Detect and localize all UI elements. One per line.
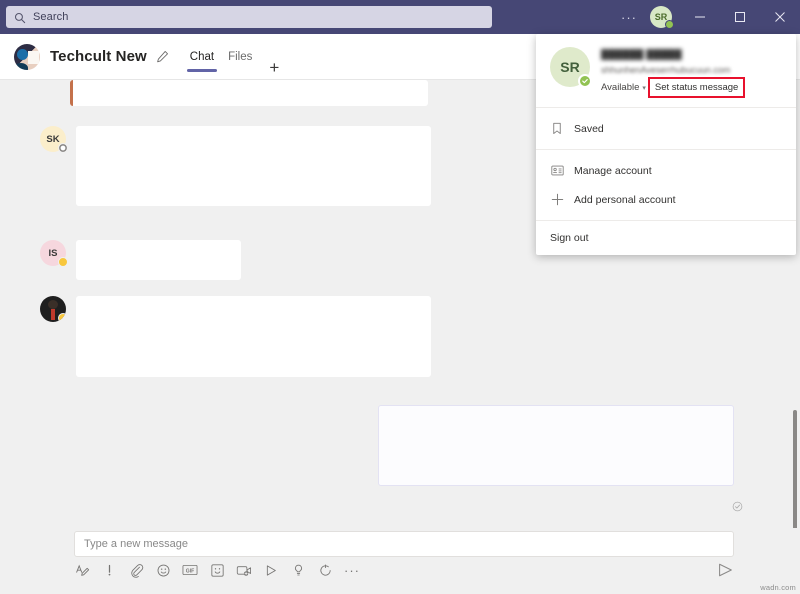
svg-text:GIF: GIF — [186, 569, 195, 575]
avatar-initials: SK — [46, 133, 60, 145]
minimize-button[interactable] — [680, 0, 720, 34]
avatar[interactable]: SK — [40, 126, 68, 153]
channel-avatar-body — [14, 62, 28, 70]
window-controls-group: ··· SR — [612, 0, 800, 34]
message-bubble[interactable] — [76, 126, 431, 206]
channel-tabs: Chat Files + — [183, 34, 279, 80]
importance-icon[interactable] — [101, 562, 117, 578]
channel-avatar — [14, 43, 40, 70]
more-options-icon[interactable]: ··· — [344, 562, 360, 578]
format-icon[interactable] — [74, 562, 90, 578]
presence-status-label[interactable]: Available — [601, 82, 639, 93]
send-button[interactable] — [716, 561, 734, 579]
maximize-button[interactable] — [720, 0, 760, 34]
meet-now-icon[interactable] — [236, 562, 252, 578]
search-input[interactable]: Search — [6, 6, 492, 28]
set-status-message-button[interactable]: Set status message — [647, 77, 746, 98]
search-icon — [14, 11, 26, 24]
account-group: Manage account Add personal account — [536, 150, 796, 220]
seen-check-icon — [732, 499, 743, 517]
status-row: Available ▾ Set status message — [601, 77, 782, 98]
avatar-photo-head — [48, 300, 58, 309]
avatar-initials: SR — [560, 59, 580, 75]
presence-available-indicator — [665, 20, 674, 29]
bookmark-icon — [550, 122, 564, 135]
tab-files[interactable]: Files — [221, 34, 259, 80]
message-bubble[interactable] — [76, 296, 431, 377]
outgoing-message-bubble[interactable] — [378, 405, 734, 486]
stream-icon[interactable] — [263, 562, 279, 578]
attach-icon[interactable] — [128, 562, 144, 578]
channel-avatar-face — [17, 48, 28, 60]
menu-item-add-personal-account-label: Add personal account — [574, 193, 676, 206]
avatar[interactable] — [40, 296, 66, 322]
message-input-placeholder: Type a new message — [84, 538, 188, 550]
presence-offline-indicator — [58, 143, 68, 153]
chevron-down-icon[interactable]: ▾ — [642, 84, 646, 92]
profile-name: ██████ █████ — [601, 49, 682, 60]
avatar[interactable]: SR — [550, 47, 592, 88]
message-bubble[interactable] — [76, 240, 241, 280]
presence-away-indicator — [58, 313, 66, 322]
profile-identity: ██████ █████ shhunhenAveserrhubucuun.com… — [601, 47, 782, 98]
avatar-photo-tie — [51, 309, 55, 320]
tab-chat[interactable]: Chat — [183, 34, 221, 80]
menu-item-saved-label: Saved — [574, 122, 604, 135]
teams-window: Search ··· SR Techcult New Chat Files + … — [0, 0, 800, 594]
close-button[interactable] — [760, 0, 800, 34]
message-row-urgent — [70, 80, 428, 106]
menu-item-add-personal-account[interactable]: Add personal account — [536, 185, 796, 214]
page-title: Techcult New — [50, 48, 147, 65]
saved-group: Saved — [536, 108, 796, 149]
message-input[interactable]: Type a new message — [74, 531, 734, 557]
compose-toolbar: GIF ··· — [74, 562, 360, 578]
plus-icon — [550, 193, 564, 206]
more-options-button[interactable]: ··· — [612, 0, 646, 34]
avatar[interactable]: IS — [40, 240, 68, 267]
add-tab-button[interactable]: + — [269, 58, 279, 80]
avatar[interactable]: SR — [650, 6, 674, 29]
title-bar: Search ··· SR — [0, 0, 800, 34]
compose-area: Type a new message GIF ··· wadn.com — [0, 528, 800, 594]
sticker-icon[interactable] — [209, 562, 225, 578]
search-placeholder: Search — [33, 11, 69, 23]
channel-avatar-paper — [28, 50, 39, 64]
avatar-initials: IS — [48, 247, 58, 259]
account-card-icon — [550, 165, 564, 176]
tab-files-label: Files — [228, 50, 253, 63]
message-row — [40, 296, 431, 377]
emoji-icon[interactable] — [155, 562, 171, 578]
menu-item-sign-out[interactable]: Sign out — [536, 221, 796, 255]
presence-away-indicator — [58, 257, 68, 267]
approvals-icon[interactable] — [317, 562, 333, 578]
menu-item-sign-out-label: Sign out — [550, 232, 589, 244]
praise-icon[interactable] — [290, 562, 306, 578]
profile-summary: SR ██████ █████ shhunhenAveserrhubucuun.… — [536, 34, 796, 107]
menu-item-manage-account-label: Manage account — [574, 164, 652, 177]
profile-dropdown-menu: SR ██████ █████ shhunhenAveserrhubucuun.… — [536, 34, 796, 255]
chat-scrollbar[interactable] — [793, 410, 797, 528]
watermark: wadn.com — [760, 583, 796, 592]
presence-available-indicator — [578, 74, 592, 88]
message-row: SK — [40, 126, 431, 206]
profile-email: shhunhenAveserrhubucuun.com — [601, 65, 731, 75]
giphy-icon[interactable]: GIF — [182, 562, 198, 578]
tab-chat-label: Chat — [189, 50, 215, 63]
message-bubble[interactable] — [70, 80, 428, 106]
edit-pencil-icon[interactable] — [156, 50, 169, 63]
menu-item-manage-account[interactable]: Manage account — [536, 156, 796, 185]
menu-item-saved[interactable]: Saved — [536, 114, 796, 143]
message-row: IS — [40, 240, 241, 280]
